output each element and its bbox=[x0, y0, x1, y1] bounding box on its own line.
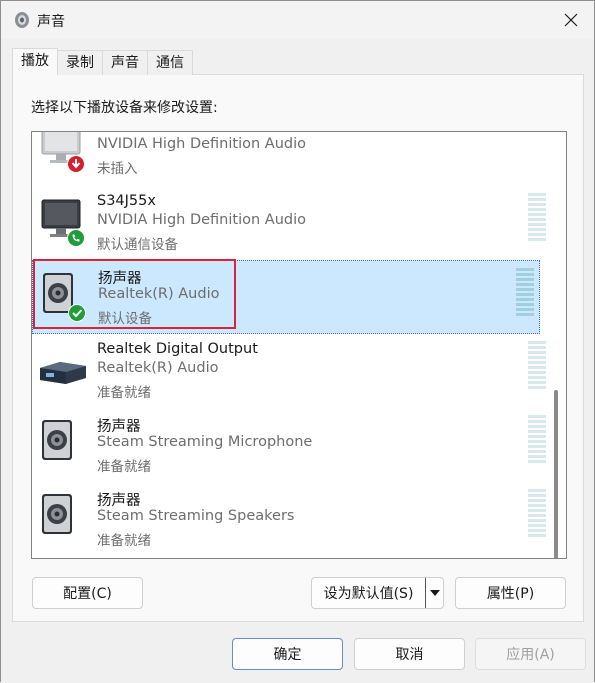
device-status: 默认通信设备 bbox=[97, 237, 178, 253]
check-badge bbox=[69, 305, 85, 321]
apply-button[interactable]: 应用(A) bbox=[475, 638, 586, 670]
device-item-steam-streaming-microphone[interactable]: 扬声器 Steam Streaming Microphone 准备就绪 bbox=[32, 408, 552, 482]
device-description: Realtek(R) Audio bbox=[97, 360, 219, 376]
close-icon bbox=[564, 13, 578, 27]
set-default-dropdown[interactable] bbox=[425, 578, 443, 608]
monitor-icon bbox=[41, 132, 85, 173]
sound-dialog: 声音 播放 录制 声音 通信 选择以下播放设备来修改设置: NVIDIA Hig… bbox=[0, 0, 595, 683]
volume-level-meter bbox=[528, 341, 546, 389]
device-item-realtek-digital-output[interactable]: Realtek Digital Output Realtek(R) Audio … bbox=[32, 334, 552, 408]
set-default-split-button[interactable]: 设为默认值(S) bbox=[311, 577, 444, 609]
configure-button[interactable]: 配置(C) bbox=[32, 577, 143, 609]
ok-button[interactable]: 确定 bbox=[232, 638, 343, 670]
phone-badge bbox=[68, 230, 84, 246]
device-description: NVIDIA High Definition Audio bbox=[97, 136, 306, 152]
device-status: 准备就绪 bbox=[97, 459, 151, 475]
device-status: 准备就绪 bbox=[97, 533, 151, 549]
device-name: 扬声器 bbox=[97, 493, 141, 509]
list-scrollbar-thumb[interactable] bbox=[554, 390, 558, 558]
volume-level-meter bbox=[528, 193, 546, 241]
speaker-icon bbox=[42, 494, 72, 534]
device-item-nvidia-unplugged[interactable]: NVIDIA High Definition Audio 未插入 bbox=[32, 132, 552, 186]
device-item-steam-streaming-speakers[interactable]: 扬声器 Steam Streaming Speakers 准备就绪 bbox=[32, 482, 552, 556]
device-description: NVIDIA High Definition Audio bbox=[97, 212, 306, 228]
instruction-label: 选择以下播放设备来修改设置: bbox=[31, 100, 218, 116]
speaker-app-icon bbox=[15, 12, 29, 28]
device-description: Steam Streaming Speakers bbox=[97, 508, 295, 524]
properties-button[interactable]: 属性(P) bbox=[455, 577, 566, 609]
digital-output-icon bbox=[40, 362, 86, 384]
volume-level-meter bbox=[528, 415, 546, 463]
device-status: 默认设备 bbox=[98, 311, 152, 327]
monitor-icon bbox=[41, 199, 85, 247]
volume-level-meter bbox=[528, 489, 546, 537]
device-name: Realtek Digital Output bbox=[97, 341, 258, 357]
tab-strip: 播放 录制 声音 通信 bbox=[12, 48, 193, 75]
tab-communications[interactable]: 通信 bbox=[147, 50, 193, 75]
speaker-icon bbox=[42, 420, 72, 460]
cancel-button[interactable]: 取消 bbox=[354, 638, 465, 670]
title-bar: 声音 bbox=[1, 1, 594, 39]
volume-level-meter bbox=[516, 268, 534, 316]
device-status: 准备就绪 bbox=[97, 385, 151, 401]
device-item-s34j55x[interactable]: S34J55x NVIDIA High Definition Audio 默认通… bbox=[32, 186, 552, 260]
window-title: 声音 bbox=[37, 14, 65, 30]
tab-playback[interactable]: 播放 bbox=[12, 48, 58, 75]
playback-device-list[interactable]: NVIDIA High Definition Audio 未插入 S34J55x… bbox=[31, 131, 567, 559]
chevron-down-icon bbox=[429, 590, 440, 596]
tab-recording[interactable]: 录制 bbox=[57, 50, 103, 75]
device-description: Steam Streaming Microphone bbox=[97, 434, 313, 450]
device-item-speakers-realtek[interactable]: 扬声器 Realtek(R) Audio 默认设备 bbox=[32, 260, 540, 334]
device-status: 未插入 bbox=[97, 161, 138, 177]
device-name: 扬声器 bbox=[98, 271, 142, 287]
device-description: Realtek(R) Audio bbox=[98, 286, 220, 302]
close-button[interactable] bbox=[548, 1, 594, 39]
tab-sounds[interactable]: 声音 bbox=[102, 50, 148, 75]
speaker-icon bbox=[43, 273, 86, 322]
set-default-button[interactable]: 设为默认值(S) bbox=[312, 578, 425, 608]
device-name: 扬声器 bbox=[97, 419, 141, 435]
device-name: S34J55x bbox=[97, 193, 156, 209]
